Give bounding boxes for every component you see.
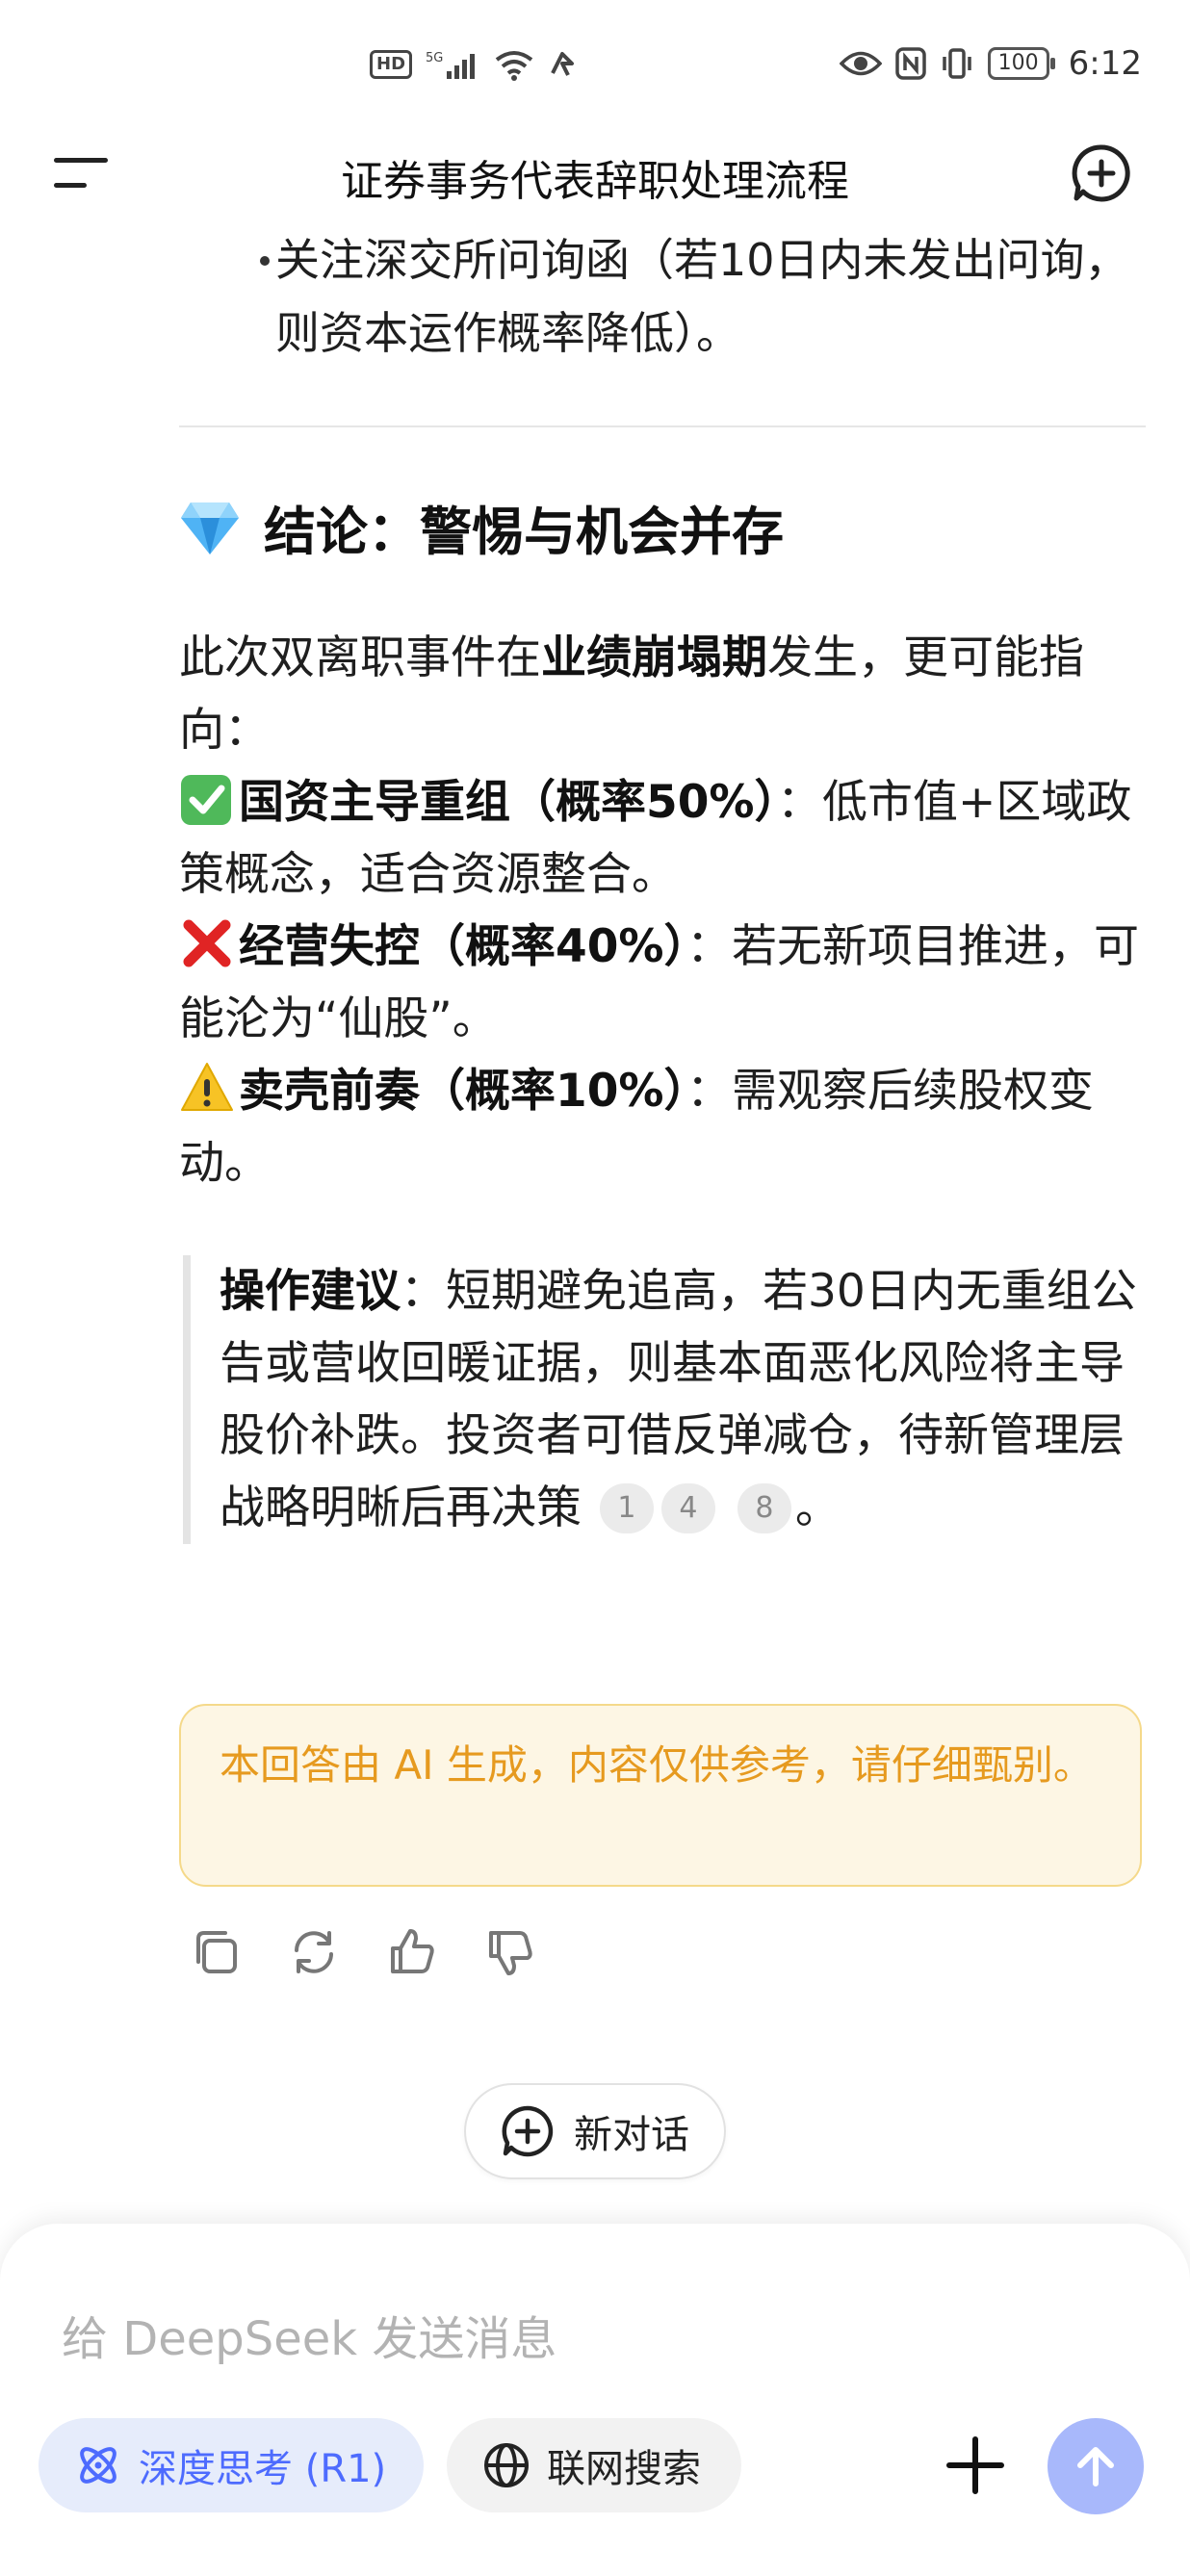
like-button[interactable] — [385, 1925, 439, 1979]
ai-disclaimer-notice: 本回答由 AI 生成，内容仅供参考，请仔细甄别。 — [179, 1704, 1142, 1887]
message-composer: 给 DeepSeek 发送消息 深度思考 (R1) 联网搜索 — [0, 2224, 1190, 2576]
chat-plus-icon — [502, 2105, 554, 2157]
wifi-icon — [493, 48, 535, 81]
section-title-text: 结论：警惕与机会并存 — [264, 502, 784, 562]
status-bar: HD 5G 100 6:12 — [0, 0, 1190, 135]
conclusion-paragraph: 此次双离职事件在业绩崩塌期发生，更可能指向： 国资主导重组（概率50%）：低市值… — [179, 622, 1151, 1199]
citation-badge[interactable]: 1 — [599, 1483, 654, 1533]
item-bold: 卖壳前奏（概率10%） — [239, 1065, 686, 1118]
new-dialog-label: 新对话 — [574, 2113, 689, 2157]
warning-icon — [179, 1060, 235, 1116]
section-divider — [179, 425, 1146, 427]
copy-icon — [196, 1931, 237, 1973]
deep-think-toggle[interactable]: 深度思考 (R1) — [39, 2418, 424, 2512]
copy-button[interactable] — [189, 1925, 243, 1979]
intro-line: 此次双离职事件在业绩崩塌期发生，更可能指向： — [179, 622, 1151, 766]
citation-badge[interactable]: 8 — [737, 1483, 791, 1533]
nfc-icon — [894, 47, 926, 80]
new-dialog-button[interactable]: 新对话 — [464, 2083, 726, 2179]
hd-badge: HD — [370, 50, 413, 79]
gem-icon — [181, 502, 239, 554]
section-heading: 结论：警惕与机会并存 — [179, 489, 784, 565]
quote-bold: 操作建议 — [220, 1265, 401, 1318]
battery-indicator: 100 — [987, 47, 1055, 80]
citation-badge[interactable]: 4 — [660, 1483, 715, 1533]
regenerate-button[interactable] — [287, 1925, 341, 1979]
item-bold: 国资主导重组（概率50%） — [239, 776, 777, 829]
atom-icon — [80, 2447, 116, 2484]
globe-icon — [484, 2443, 529, 2487]
attach-button[interactable] — [944, 2434, 1007, 2497]
thumbs-down-icon — [489, 1931, 532, 1975]
status-right: 100 6:12 — [839, 44, 1142, 83]
plus-icon — [946, 2436, 1004, 2494]
message-input[interactable]: 给 DeepSeek 发送消息 — [62, 2301, 556, 2368]
arrow-up-icon — [1077, 2447, 1114, 2486]
vibrate-icon — [940, 47, 974, 80]
item-bold: 经营失控（概率40%） — [239, 920, 686, 973]
app-header: 证券事务代表辞职处理流程 — [0, 135, 1190, 212]
check-mark-icon — [179, 771, 235, 827]
send-button[interactable] — [1048, 2418, 1144, 2514]
data-saver-icon — [549, 50, 576, 79]
advice-blockquote: 操作建议：短期避免追高，若30日内无重组公告或营收回暖证据，则基本面恶化风险将主… — [183, 1255, 1146, 1544]
clock: 6:12 — [1068, 44, 1142, 83]
list-item: 关注深交所问询函（若10日内未发出问询，则资本运作概率降低）。 — [260, 223, 1161, 370]
intro-bold: 业绩崩塌期 — [541, 631, 767, 684]
chat-plus-icon — [1072, 144, 1130, 202]
cross-mark-icon — [179, 915, 235, 971]
list-item-out-of-control: 经营失控（概率40%）：若无新项目推进，可能沦为“仙股”。 — [179, 911, 1151, 1055]
list-item-restructure: 国资主导重组（概率50%）：低市值+区域政策概念，适合资源整合。 — [179, 766, 1151, 911]
quote-end: 。 — [794, 1481, 841, 1534]
page-title: 证券事务代表辞职处理流程 — [341, 157, 849, 206]
message-actions — [189, 1925, 537, 1979]
dislike-button[interactable] — [483, 1925, 537, 1979]
notice-text: 本回答由 AI 生成，内容仅供参考，请仔细甄别。 — [220, 1741, 1094, 1789]
new-chat-button[interactable] — [1071, 142, 1132, 204]
intro-prefix: 此次双离职事件在 — [179, 631, 541, 684]
refresh-icon — [295, 1931, 333, 1973]
list-item-shell-sale: 卖壳前奏（概率10%）：需观察后续股权变动。 — [179, 1055, 1151, 1199]
bullet-dot — [260, 256, 270, 266]
deep-think-label: 深度思考 (R1) — [139, 2447, 387, 2491]
bullet-text: 关注深交所问询函（若10日内未发出问询，则资本运作概率降低）。 — [275, 234, 1129, 359]
signal-icon: 5G — [426, 48, 479, 81]
web-search-label: 联网搜索 — [547, 2447, 701, 2491]
eye-icon — [839, 49, 882, 78]
signal-label: 5G — [426, 51, 443, 65]
web-search-toggle[interactable]: 联网搜索 — [447, 2418, 741, 2512]
thumbs-up-icon — [391, 1929, 434, 1973]
status-left: HD 5G — [370, 48, 576, 81]
